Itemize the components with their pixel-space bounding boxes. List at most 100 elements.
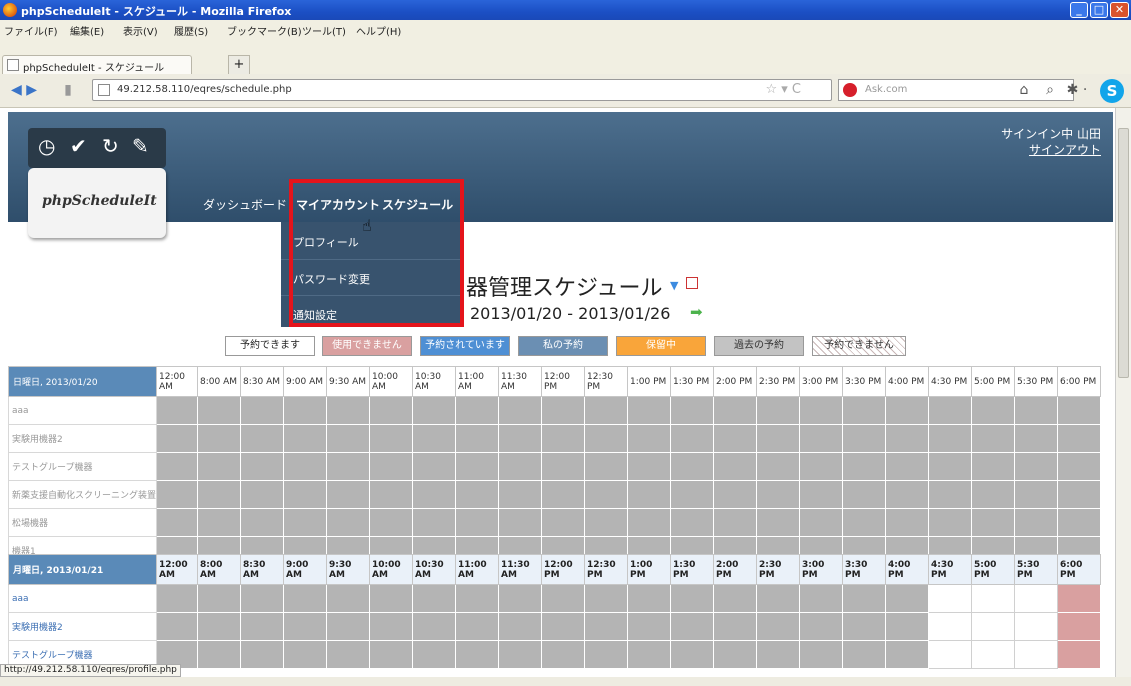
app-logo[interactable]: phpScheduleIt [28, 168, 166, 238]
time-slot[interactable] [197, 640, 241, 669]
time-slot[interactable] [1014, 396, 1058, 425]
time-slot[interactable] [842, 424, 886, 453]
time-slot[interactable] [799, 480, 843, 509]
time-slot[interactable] [971, 640, 1015, 669]
time-slot[interactable] [1014, 424, 1058, 453]
time-slot[interactable] [541, 612, 585, 641]
time-slot[interactable] [369, 584, 413, 613]
menu-history[interactable]: 履歴(S) [174, 23, 208, 38]
time-slot[interactable] [627, 640, 671, 669]
signout-link[interactable]: サインアウト [1001, 142, 1101, 158]
time-slot[interactable] [541, 396, 585, 425]
time-slot[interactable] [156, 584, 198, 613]
time-slot[interactable] [369, 396, 413, 425]
time-slot[interactable] [842, 640, 886, 669]
time-slot[interactable] [455, 612, 499, 641]
time-slot[interactable] [799, 396, 843, 425]
time-slot[interactable] [1057, 424, 1101, 453]
time-slot[interactable] [240, 424, 284, 453]
time-slot[interactable] [627, 612, 671, 641]
time-slot[interactable] [842, 508, 886, 537]
time-slot[interactable] [412, 424, 456, 453]
time-slot[interactable] [756, 640, 800, 669]
time-slot[interactable] [156, 612, 198, 641]
time-slot[interactable] [1057, 584, 1101, 613]
time-slot[interactable] [670, 452, 714, 481]
time-slot[interactable] [541, 584, 585, 613]
time-slot[interactable] [498, 612, 542, 641]
time-slot[interactable] [713, 612, 757, 641]
minimize-button[interactable]: _ [1070, 2, 1088, 18]
time-slot[interactable] [197, 508, 241, 537]
time-slot[interactable] [1014, 584, 1058, 613]
time-slot[interactable] [670, 640, 714, 669]
search-box[interactable]: Ask.com [838, 79, 1074, 101]
time-slot[interactable] [799, 612, 843, 641]
time-slot[interactable] [1014, 452, 1058, 481]
time-slot[interactable] [240, 452, 284, 481]
time-slot[interactable] [412, 640, 456, 669]
time-slot[interactable] [326, 480, 370, 509]
time-slot[interactable] [1057, 508, 1101, 537]
time-slot[interactable] [1057, 480, 1101, 509]
time-slot[interactable] [283, 612, 327, 641]
time-slot[interactable] [670, 584, 714, 613]
time-slot[interactable] [713, 452, 757, 481]
time-slot[interactable] [713, 640, 757, 669]
time-slot[interactable] [156, 396, 198, 425]
time-slot[interactable] [713, 584, 757, 613]
time-slot[interactable] [842, 396, 886, 425]
time-slot[interactable] [455, 396, 499, 425]
time-slot[interactable] [928, 508, 972, 537]
time-slot[interactable] [1057, 612, 1101, 641]
time-slot[interactable] [713, 396, 757, 425]
maximize-button[interactable]: □ [1090, 2, 1108, 18]
time-slot[interactable] [240, 508, 284, 537]
scrollbar-thumb[interactable] [1118, 128, 1129, 378]
menu-tools[interactable]: ツール(T) [302, 23, 346, 38]
time-slot[interactable] [240, 396, 284, 425]
new-tab-button[interactable]: + [228, 55, 250, 74]
bookmark-star-icon[interactable]: ☆ ▾ C [765, 82, 801, 97]
time-slot[interactable] [584, 424, 628, 453]
time-slot[interactable] [627, 396, 671, 425]
time-slot[interactable] [326, 452, 370, 481]
time-slot[interactable] [240, 612, 284, 641]
time-slot[interactable] [156, 452, 198, 481]
time-slot[interactable] [885, 584, 929, 613]
time-slot[interactable] [369, 452, 413, 481]
time-slot[interactable] [156, 508, 198, 537]
time-slot[interactable] [498, 452, 542, 481]
time-slot[interactable] [541, 640, 585, 669]
time-slot[interactable] [670, 612, 714, 641]
time-slot[interactable] [971, 612, 1015, 641]
time-slot[interactable] [498, 396, 542, 425]
pencil-icon[interactable]: ✎ [132, 134, 149, 158]
time-slot[interactable] [1014, 612, 1058, 641]
time-slot[interactable] [799, 424, 843, 453]
time-slot[interactable] [842, 452, 886, 481]
time-slot[interactable] [627, 424, 671, 453]
time-slot[interactable] [842, 612, 886, 641]
time-slot[interactable] [240, 640, 284, 669]
time-slot[interactable] [842, 480, 886, 509]
time-slot[interactable] [670, 480, 714, 509]
time-slot[interactable] [885, 612, 929, 641]
time-slot[interactable] [197, 480, 241, 509]
time-slot[interactable] [498, 584, 542, 613]
time-slot[interactable] [756, 452, 800, 481]
time-slot[interactable] [971, 480, 1015, 509]
time-slot[interactable] [369, 612, 413, 641]
time-slot[interactable] [713, 424, 757, 453]
time-slot[interactable] [713, 508, 757, 537]
time-slot[interactable] [928, 480, 972, 509]
time-slot[interactable] [928, 640, 972, 669]
time-slot[interactable] [971, 452, 1015, 481]
time-slot[interactable] [283, 452, 327, 481]
time-slot[interactable] [1057, 640, 1101, 669]
addon-icon[interactable]: ✱ · [1064, 79, 1090, 103]
time-slot[interactable] [326, 508, 370, 537]
time-slot[interactable] [1057, 452, 1101, 481]
time-slot[interactable] [197, 584, 241, 613]
time-slot[interactable] [156, 424, 198, 453]
